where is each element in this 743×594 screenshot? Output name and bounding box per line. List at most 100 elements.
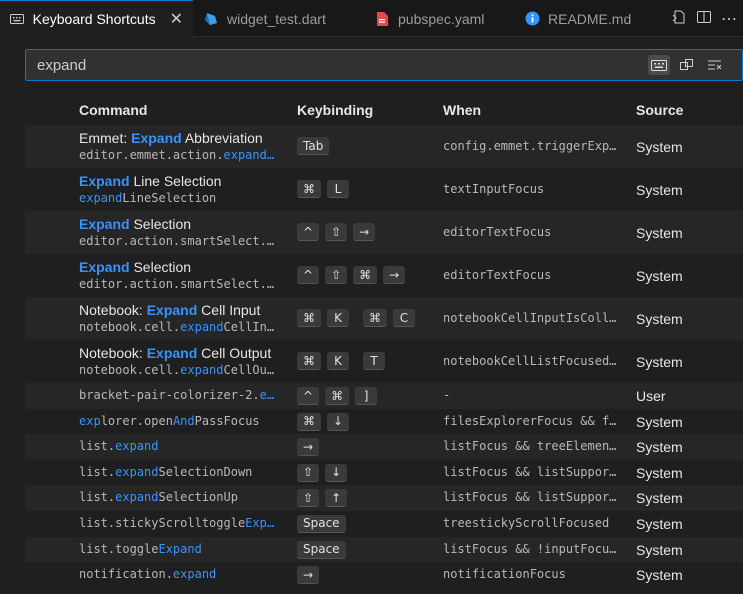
command-id-prefix: editor.emmet.action. <box>79 148 224 162</box>
keybinding-cell: ^ ⇧ → <box>297 223 383 241</box>
command-title-prefix: Notebook: <box>79 345 147 361</box>
keybinding-cell: ⌘ K ⌘ C <box>297 309 423 327</box>
when-clause: - <box>443 388 451 402</box>
split-editor-icon[interactable] <box>696 9 712 28</box>
command-id-prefix: list.stickyScrolltoggle <box>79 515 246 530</box>
tab-keyboard-shortcuts[interactable]: Keyboard Shortcuts ✕ <box>0 0 193 37</box>
command-title-match: Expand <box>131 130 182 146</box>
command-cell: bracket-pair-colorizer-2.e… <box>79 383 291 409</box>
command-title-match: Expand <box>79 173 130 189</box>
tab-readme-md[interactable]: README.md <box>510 0 645 37</box>
table-row[interactable]: explorer.openAndPassFocus ⌘ ↓ filesExplorer… <box>25 409 743 435</box>
source-label: System <box>636 139 683 155</box>
command-id: bracket-pair-colorizer-2.e… <box>79 383 291 409</box>
editor-actions: ⋯ <box>671 0 737 37</box>
keybinding-cell: ^ ⌘] <box>297 387 385 405</box>
keybinding-cell: ⇧ ↓ <box>297 463 355 482</box>
chord-group: Tab <box>297 137 330 155</box>
command-cell: explorer.openAndPassFocus <box>79 409 291 435</box>
command-cell: Expand Selection editor.action.smartSelec… <box>79 211 291 250</box>
command-cell: list.expandSelectionDown <box>79 460 291 486</box>
keycap: ↑ <box>325 489 348 508</box>
source-label: User <box>636 388 666 404</box>
command-title: Emmet: Expand Abbreviation <box>79 130 291 147</box>
keybinding-cell: Space <box>297 540 354 559</box>
clear-search-icon[interactable] <box>704 55 726 75</box>
tab-label: pubspec.yaml <box>398 10 485 27</box>
open-json-icon[interactable] <box>671 9 687 28</box>
tab-widget-test-dart[interactable]: widget_test.dart <box>193 0 360 37</box>
keycap: Space <box>297 540 346 559</box>
chord-group: ⌘ ↓ <box>297 412 350 431</box>
command-id-prefix: notification. <box>79 567 173 582</box>
table-row[interactable]: list.toggleExpand Space listFocus && !inpu… <box>25 536 743 563</box>
column-header-source[interactable]: Source <box>636 102 683 118</box>
keycap: ⌘ <box>363 309 387 327</box>
keycap: ^ <box>297 223 320 241</box>
dart-file-icon <box>203 11 219 27</box>
table-row[interactable]: list.stickyScrolltoggleExp… Space treestic… <box>25 511 743 537</box>
close-icon[interactable]: ✕ <box>170 9 183 29</box>
keycap: K <box>327 352 349 370</box>
keycap: ^ <box>297 387 320 405</box>
column-header-command[interactable]: Command <box>79 102 147 118</box>
when-clause: notebookCellInputIsColl… <box>443 311 617 325</box>
table-row[interactable]: Expand Line Selection expandLineSelection… <box>25 168 743 211</box>
command-title-match: Expand <box>79 216 130 232</box>
command-title-match: Expand <box>79 259 130 275</box>
keybinding-cell: ⌘ L <box>297 180 357 198</box>
command-cell: Notebook: Expand Cell Input notebook.cell… <box>79 297 291 336</box>
keycap: ^ <box>297 266 320 284</box>
source-label: System <box>636 515 683 532</box>
keycap: ⌘ <box>297 352 321 370</box>
tab-label: README.md <box>548 10 632 27</box>
column-header-keybinding[interactable]: Keybinding <box>297 102 373 118</box>
keycap: ⇧ <box>297 489 320 508</box>
command-title-match: Expand <box>146 345 198 361</box>
command-id-match: expand <box>115 439 159 454</box>
command-id: list.expandSelectionDown <box>79 460 291 486</box>
command-id-match: Expand <box>158 541 202 556</box>
command-id-match: expand <box>115 490 159 505</box>
table-row[interactable]: Notebook: Expand Cell Output notebook.cel… <box>25 340 743 383</box>
keycap: C <box>393 309 415 327</box>
table-row[interactable]: Expand Selection editor.action.smartSelec… <box>25 211 743 254</box>
table-row[interactable]: Emmet: Expand Abbreviation editor.emmet.a… <box>25 125 743 168</box>
command-id-match: expand <box>115 464 159 479</box>
command-id: notebook.cell.expandCellOu… <box>79 362 291 379</box>
table-row[interactable]: list.expand → listFocus && treeElemen… Syst… <box>25 434 743 460</box>
table-row[interactable]: list.expandSelectionDown ⇧ ↓ listFocus && l… <box>25 460 743 486</box>
chord-group: ⌘ K <box>297 309 349 327</box>
command-id-suffix: SelectionUp <box>158 490 238 505</box>
keybinding-cell: ⌘ ↓ <box>297 412 357 431</box>
record-keys-icon[interactable] <box>648 55 670 75</box>
command-id-prefix: list. <box>79 439 116 454</box>
chord-group: Space <box>297 540 346 559</box>
table-row[interactable]: Expand Selection editor.action.smartSelec… <box>25 254 743 297</box>
search-input[interactable] <box>37 56 637 74</box>
command-title: Notebook: Expand Cell Output <box>79 345 291 362</box>
command-id-suffix: LineSelection <box>122 191 217 205</box>
table-row[interactable]: notification.expand → notificationFocus Sys… <box>25 562 743 588</box>
keycap: Tab <box>297 137 330 155</box>
command-id-suffix: CellOu… <box>223 363 275 377</box>
command-id-suffix: PassFocus <box>194 413 260 428</box>
command-id-match: And <box>172 413 195 428</box>
table-row[interactable]: Notebook: Expand Cell Input notebook.cell… <box>25 297 743 340</box>
keycap: ⇧ <box>297 463 320 482</box>
when-clause: listFocus && !inputFocu… <box>443 541 617 556</box>
keycap: K <box>327 309 349 327</box>
tab-label: widget_test.dart <box>227 10 326 27</box>
table-row[interactable]: list.expandSelectionUp ⇧ ↑ listFocus && lis… <box>25 485 743 511</box>
column-header-when[interactable]: When <box>443 102 481 118</box>
command-id-prefix: list. <box>79 464 116 479</box>
command-id: notebook.cell.expandCellIn… <box>79 319 291 336</box>
table-row[interactable]: bracket-pair-colorizer-2.e… ^ ⌘] - User <box>25 383 743 409</box>
source-label: System <box>636 490 683 507</box>
tab-pubspec-yaml[interactable]: pubspec.yaml <box>360 0 510 37</box>
sort-by-precedence-icon[interactable] <box>676 55 698 75</box>
editor-tab-bar: Keyboard Shortcuts ✕ widget_test.dart pu… <box>0 0 743 37</box>
more-actions-icon[interactable]: ⋯ <box>721 9 737 29</box>
command-cell: list.stickyScrolltoggleExp… <box>79 511 291 537</box>
table-header: Command Keybinding When Source <box>25 96 743 124</box>
